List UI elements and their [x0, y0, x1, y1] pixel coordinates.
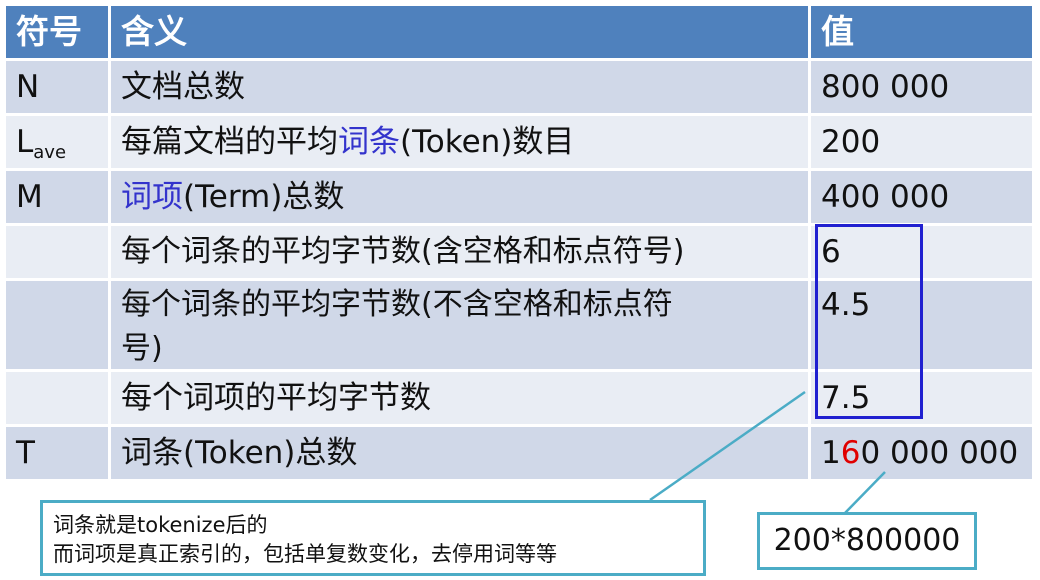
right-connector-line — [844, 471, 886, 514]
formula-callout: 200*800000 — [757, 512, 977, 570]
tokenize-note-callout: 词条就是tokenize后的 而词项是真正索引的，包括单复数变化，去停用词等等 — [40, 500, 706, 576]
left-connector-line — [649, 390, 806, 502]
callout-line-2: 而词项是真正索引的，包括单复数变化，去停用词等等 — [53, 542, 557, 566]
callout-line-1: 词条就是tokenize后的 — [53, 513, 268, 537]
callout-connectors — [649, 390, 886, 514]
